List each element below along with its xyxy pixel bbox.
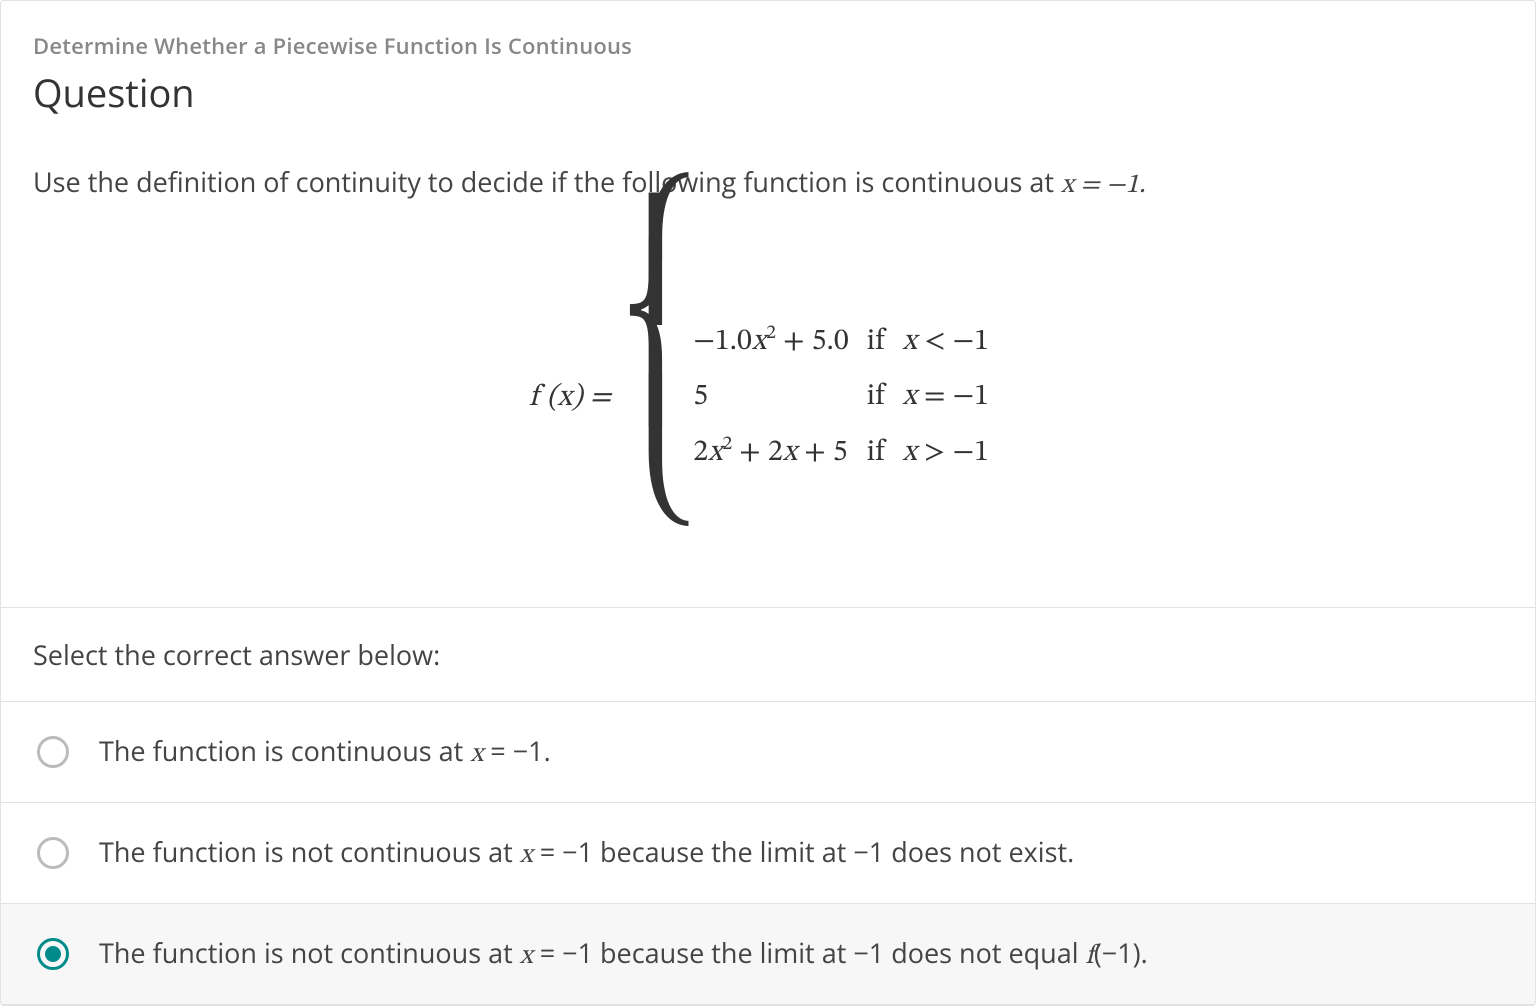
question-title: Question bbox=[33, 67, 1503, 119]
if-word: if bbox=[867, 315, 903, 371]
prompt-text: Use the definition of continuity to deci… bbox=[33, 163, 1061, 200]
question-header: Determine Whether a Piecewise Function I… bbox=[1, 1, 1535, 608]
piecewise-row: −1.0x2 + 5.0 if x < −1 bbox=[693, 315, 1007, 371]
prompt-math: x = −1. bbox=[1061, 172, 1145, 199]
question-prompt: Use the definition of continuity to deci… bbox=[33, 163, 1503, 205]
topic-label: Determine Whether a Piecewise Function I… bbox=[33, 31, 1503, 61]
answer-option-3[interactable]: The function is not continuous at x = −1… bbox=[1, 904, 1535, 1005]
radio-icon bbox=[37, 938, 69, 970]
answer-text: The function is continuous at x = −1. bbox=[99, 732, 551, 772]
piecewise-display: f (x) = ⎧⎨⎩ −1.0x2 + 5.0 if x < −1 5 if … bbox=[33, 247, 1503, 549]
answer-text: The function is not continuous at x = −1… bbox=[99, 833, 1074, 873]
piecewise-row: 5 if x = −1 bbox=[693, 370, 1007, 426]
piecewise-cond: x > −1 bbox=[902, 426, 1007, 482]
radio-dot-icon bbox=[45, 946, 61, 962]
brace-icon: ⎧⎨⎩ bbox=[619, 244, 691, 546]
if-word: if bbox=[867, 370, 903, 426]
piecewise-cond: x < −1 bbox=[902, 315, 1007, 371]
question-card: Determine Whether a Piecewise Function I… bbox=[0, 0, 1536, 1006]
answer-option-1[interactable]: The function is continuous at x = −1. bbox=[1, 702, 1535, 803]
piecewise-expr: 2x2 + 2x + 5 bbox=[693, 426, 866, 482]
select-instruction: Select the correct answer below: bbox=[1, 608, 1535, 702]
piecewise-cases: −1.0x2 + 5.0 if x < −1 5 if x = −1 2x2 +… bbox=[693, 315, 1007, 482]
answer-option-2[interactable]: The function is not continuous at x = −1… bbox=[1, 803, 1535, 904]
radio-icon bbox=[37, 837, 69, 869]
if-word: if bbox=[867, 426, 903, 482]
answer-text: The function is not continuous at x = −1… bbox=[99, 934, 1148, 974]
radio-icon bbox=[37, 736, 69, 768]
piecewise-expr: −1.0x2 + 5.0 bbox=[693, 315, 866, 371]
piecewise-row: 2x2 + 2x + 5 if x > −1 bbox=[693, 426, 1007, 482]
piecewise-lhs: f (x) = bbox=[529, 379, 617, 417]
piecewise-expr: 5 bbox=[693, 370, 866, 426]
piecewise-cond: x = −1 bbox=[902, 370, 1007, 426]
